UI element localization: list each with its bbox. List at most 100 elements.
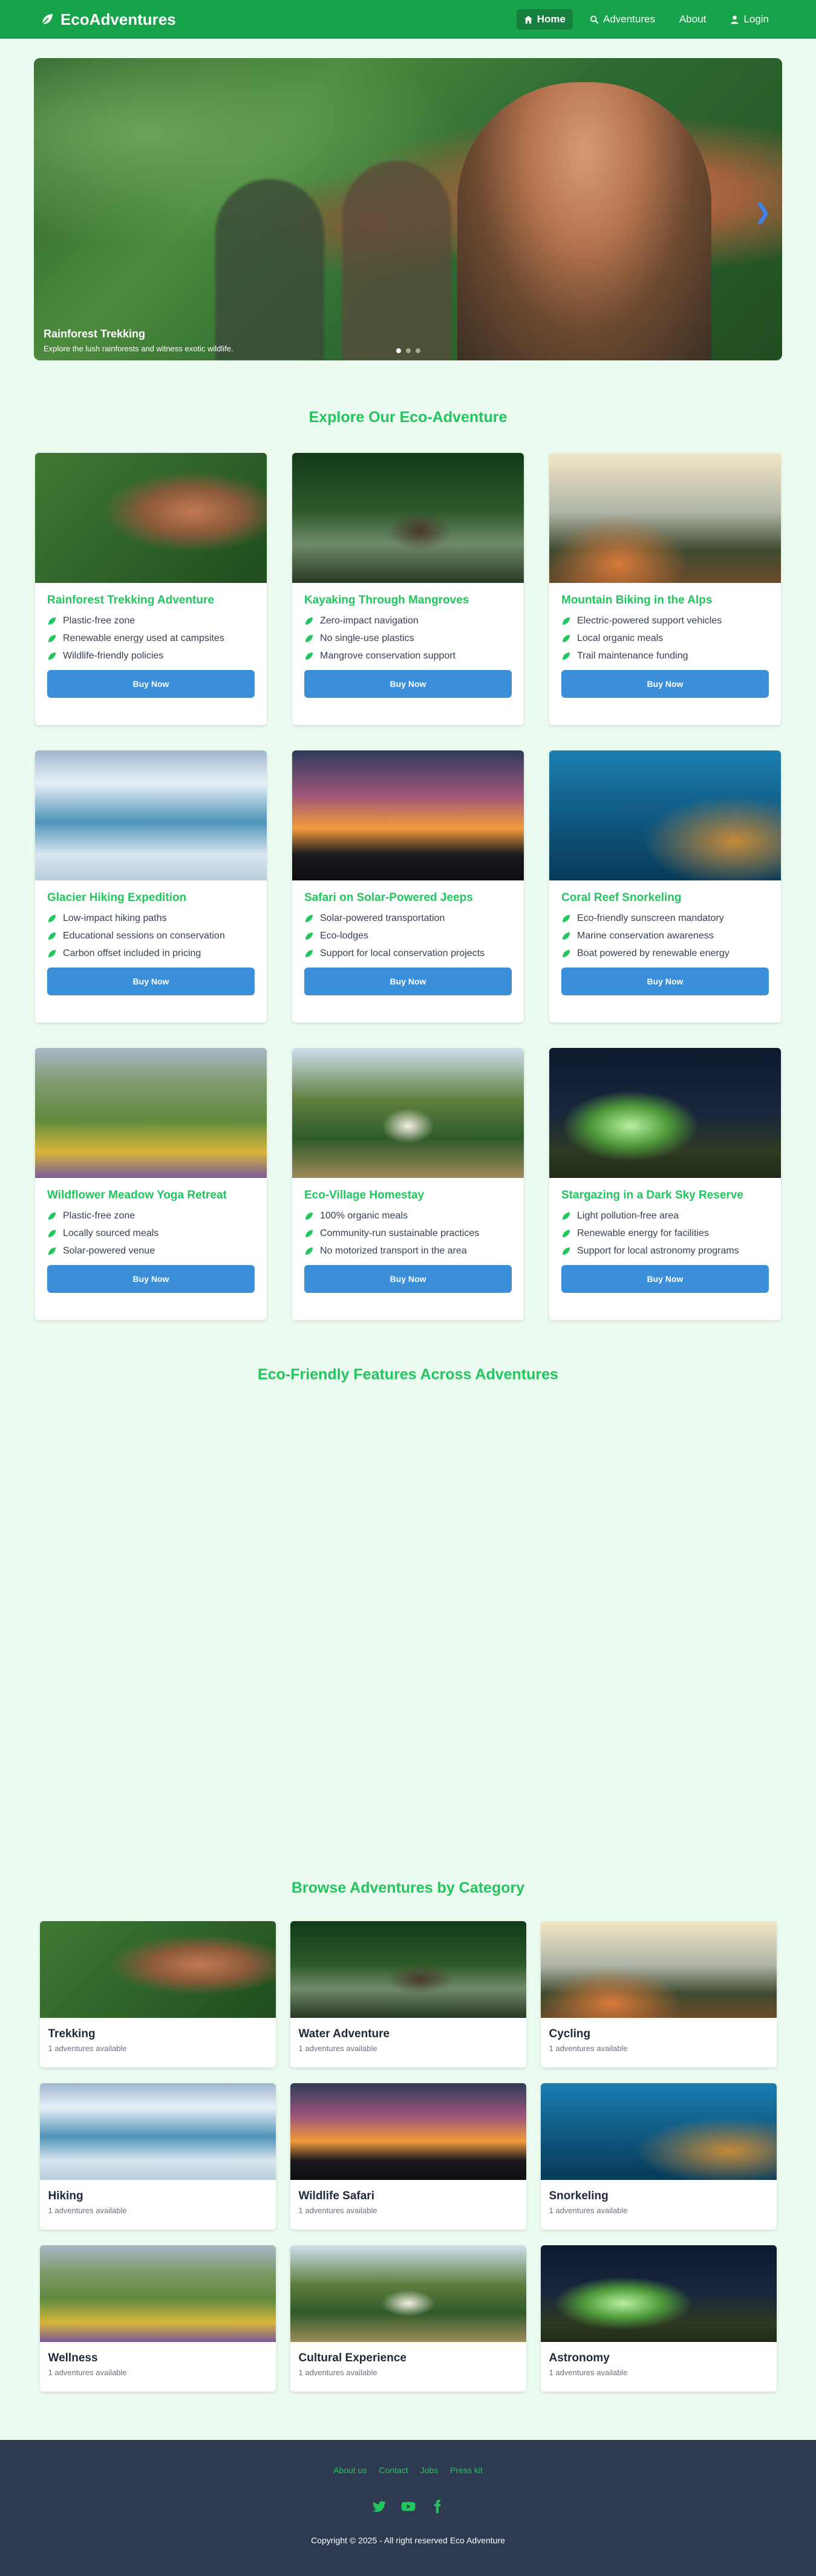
feature-text: Renewable energy used at campsites	[63, 633, 224, 643]
category-grid: Trekking 1 adventures available Water Ad…	[0, 1921, 816, 2392]
buy-now-button[interactable]: Buy Now	[561, 670, 769, 698]
hero-subtitle: Explore the lush rainforests and witness…	[44, 344, 233, 353]
explore-section-title: Explore Our Eco-Adventure	[308, 409, 508, 426]
adventure-card: Glacier Hiking Expedition Low-impact hik…	[35, 750, 267, 1023]
category-image	[290, 2083, 526, 2180]
leaf-icon	[305, 950, 313, 957]
leaf-icon	[48, 617, 56, 625]
facebook-icon[interactable]	[430, 2499, 445, 2514]
category-count: 1 adventures available	[549, 2368, 628, 2377]
category-name: Wildlife Safari	[298, 2190, 374, 2202]
buy-now-button[interactable]: Buy Now	[561, 1265, 769, 1293]
feature-text: Solar-powered venue	[63, 1246, 155, 1256]
user-icon	[731, 15, 739, 24]
youtube-icon[interactable]	[401, 2499, 416, 2514]
buy-now-button[interactable]: Buy Now	[47, 968, 255, 995]
leaf-icon	[305, 635, 313, 642]
feature-text: Educational sessions on conservation	[63, 931, 225, 941]
feature-item: Low-impact hiking paths	[47, 913, 255, 924]
brand-logo[interactable]: EcoAdventures	[40, 10, 176, 29]
hero-carousel[interactable]: Rainforest Trekking Explore the lush rai…	[34, 58, 782, 360]
category-count: 1 adventures available	[48, 2044, 127, 2053]
feature-text: Marine conservation awareness	[577, 931, 714, 941]
feature-text: No single-use plastics	[320, 633, 414, 643]
adventure-card: Stargazing in a Dark Sky Reserve Light p…	[549, 1048, 781, 1320]
footer-link-press[interactable]: Press kit	[450, 2465, 483, 2475]
category-image	[540, 2083, 777, 2180]
buy-now-button[interactable]: Buy Now	[47, 670, 255, 698]
nav-adventures-link[interactable]: Adventures	[583, 9, 662, 30]
category-card[interactable]: Snorkeling 1 adventures available	[540, 2083, 777, 2230]
carousel-dot[interactable]	[415, 348, 420, 353]
category-image	[39, 1921, 276, 2018]
feature-text: No motorized transport in the area	[320, 1246, 467, 1256]
feature-item: Renewable energy used at campsites	[47, 633, 255, 644]
adventure-image	[549, 750, 781, 880]
category-card[interactable]: Trekking 1 adventures available	[39, 1921, 276, 2067]
carousel-dot[interactable]	[405, 348, 411, 353]
nav-links: Home Adventures About Login	[516, 9, 776, 30]
buy-now-button[interactable]: Buy Now	[561, 968, 769, 995]
copyright-text: Copyright © 2025 - All right reserved Ec…	[311, 2535, 505, 2545]
category-name: Trekking	[48, 2028, 96, 2040]
category-card[interactable]: Cultural Experience 1 adventures availab…	[290, 2245, 526, 2392]
adventure-image	[292, 1048, 524, 1178]
adventure-title: Rainforest Trekking Adventure	[47, 594, 214, 607]
adventure-image	[549, 1048, 781, 1178]
adventure-title: Mountain Biking in the Alps	[561, 594, 713, 607]
buy-now-button[interactable]: Buy Now	[304, 670, 512, 698]
feature-text: Plastic-free zone	[63, 1211, 135, 1221]
feature-text: Locally sourced meals	[63, 1228, 159, 1238]
feature-item: Local organic meals	[561, 633, 769, 644]
feature-text: Local organic meals	[577, 633, 664, 643]
twitter-icon[interactable]	[372, 2499, 387, 2514]
category-card[interactable]: Wellness 1 adventures available	[39, 2245, 276, 2392]
category-image	[540, 2245, 777, 2342]
buy-now-button[interactable]: Buy Now	[47, 1265, 255, 1293]
chevron-right-icon[interactable]: ❯	[754, 200, 772, 224]
category-card[interactable]: Astronomy 1 adventures available	[540, 2245, 777, 2392]
feature-item: Trail maintenance funding	[561, 651, 769, 662]
leaf-icon	[48, 1212, 56, 1220]
category-count: 1 adventures available	[298, 2044, 377, 2053]
carousel-dot[interactable]	[396, 348, 401, 353]
nav-home-link[interactable]: Home	[516, 9, 573, 30]
feature-item: Plastic-free zone	[47, 616, 255, 626]
feature-text: Zero-impact navigation	[320, 616, 419, 626]
buy-now-button[interactable]: Buy Now	[304, 1265, 512, 1293]
feature-item: Educational sessions on conservation	[47, 931, 255, 942]
feature-text: Plastic-free zone	[63, 616, 135, 626]
feature-text: Mangrove conservation support	[320, 651, 456, 661]
search-icon	[590, 15, 599, 24]
category-card[interactable]: Hiking 1 adventures available	[39, 2083, 276, 2230]
leaf-icon	[42, 14, 53, 25]
feature-item: Plastic-free zone	[47, 1211, 255, 1221]
category-name: Snorkeling	[549, 2190, 609, 2202]
footer-link-about[interactable]: About us	[333, 2465, 367, 2475]
adventure-grid: Rainforest Trekking Adventure Plastic-fr…	[0, 453, 816, 1320]
leaf-icon	[305, 1212, 313, 1220]
feature-item: Locally sourced meals	[47, 1228, 255, 1239]
feature-text: Eco-friendly sunscreen mandatory	[577, 913, 724, 923]
category-image	[290, 2245, 526, 2342]
leaf-icon	[563, 635, 570, 642]
footer-link-jobs[interactable]: Jobs	[420, 2465, 439, 2475]
nav-about-link[interactable]: About	[672, 9, 713, 30]
feature-item: Eco-friendly sunscreen mandatory	[561, 913, 769, 924]
category-card[interactable]: Wildlife Safari 1 adventures available	[290, 2083, 526, 2230]
buy-now-button[interactable]: Buy Now	[304, 968, 512, 995]
category-card[interactable]: Cycling 1 adventures available	[540, 1921, 777, 2067]
leaf-icon	[563, 932, 570, 940]
hero-caption: Rainforest Trekking Explore the lush rai…	[44, 328, 233, 353]
adventure-title: Stargazing in a Dark Sky Reserve	[561, 1189, 743, 1202]
feature-text: 100% organic meals	[320, 1211, 408, 1221]
footer-link-contact[interactable]: Contact	[379, 2465, 408, 2475]
leaf-icon	[305, 915, 313, 922]
feature-item: Zero-impact navigation	[304, 616, 512, 626]
category-name: Water Adventure	[298, 2028, 390, 2040]
category-name: Hiking	[48, 2190, 83, 2202]
category-card[interactable]: Water Adventure 1 adventures available	[290, 1921, 526, 2067]
nav-login-link[interactable]: Login	[723, 9, 776, 30]
feature-text: Support for local conservation projects	[320, 948, 485, 958]
feature-item: Mangrove conservation support	[304, 651, 512, 662]
